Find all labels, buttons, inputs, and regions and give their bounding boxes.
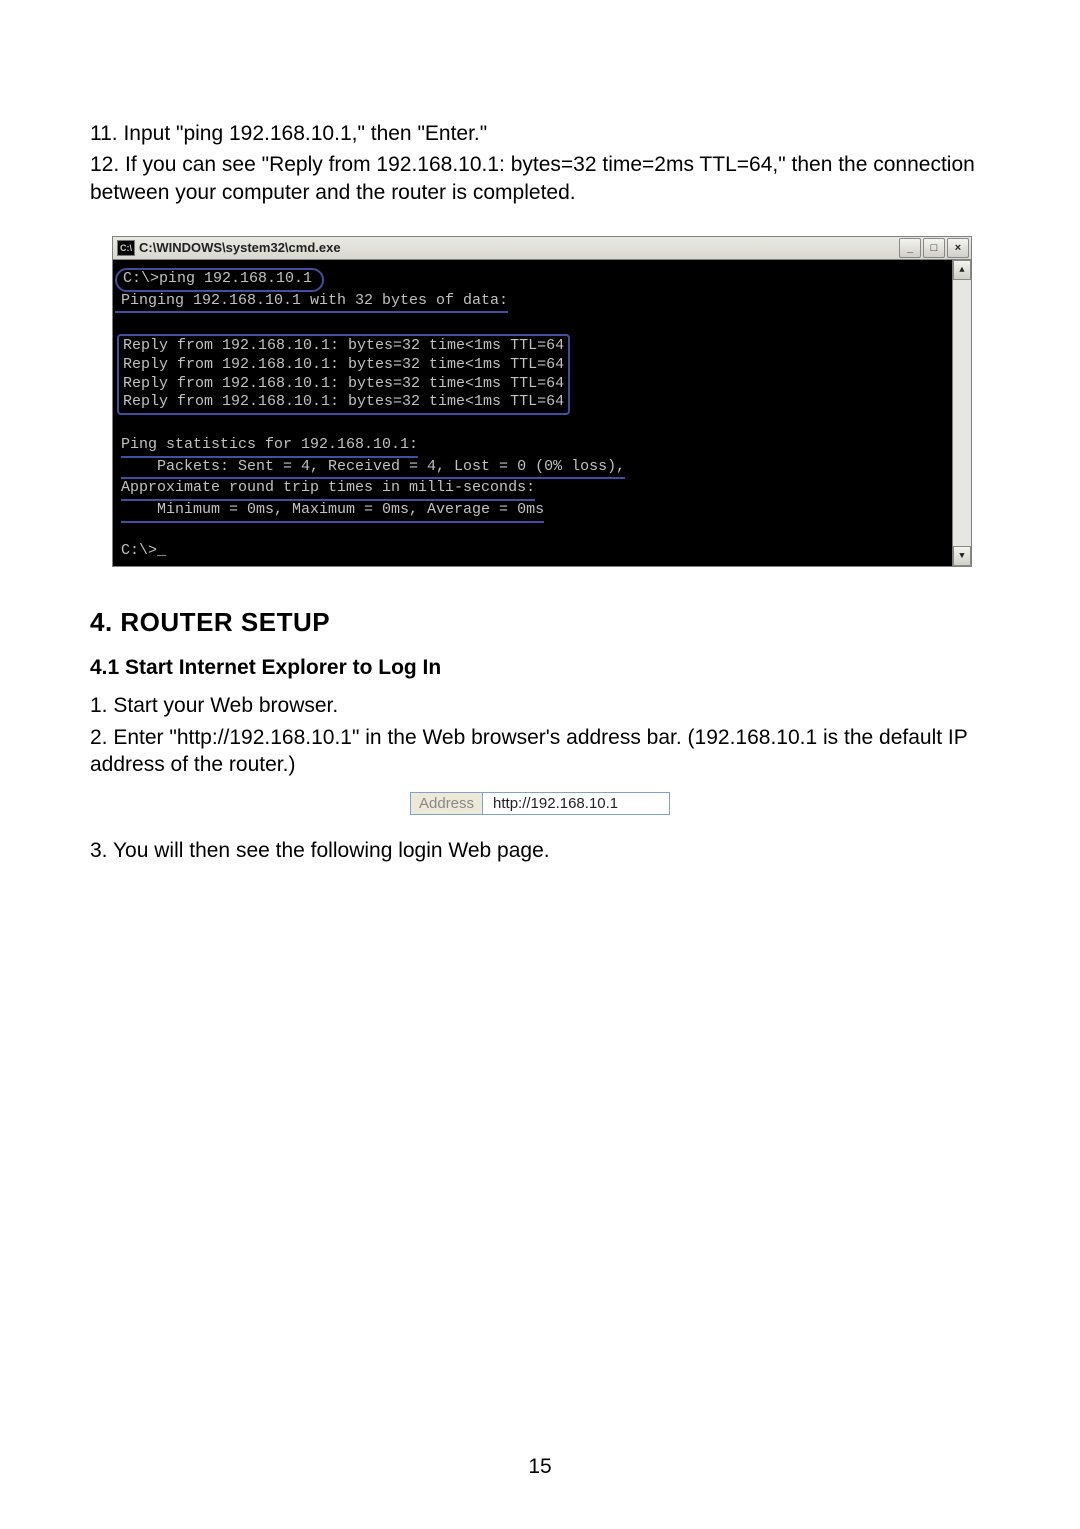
- cmd-reply-3: Reply from 192.168.10.1: bytes=32 time<1…: [123, 375, 564, 392]
- cmd-prompt: C:\>_: [121, 542, 166, 559]
- address-bar: Address http://192.168.10.1: [410, 792, 670, 815]
- scroll-up-button[interactable]: ▲: [953, 260, 971, 280]
- cmd-titlebar: C:\ C:\WINDOWS\system32\cmd.exe _ □ ×: [113, 237, 971, 260]
- section-heading: 4. ROUTER SETUP: [90, 607, 990, 638]
- cmd-window: C:\ C:\WINDOWS\system32\cmd.exe _ □ × C:…: [112, 236, 972, 568]
- scroll-down-button[interactable]: ▼: [953, 546, 971, 566]
- minimize-button[interactable]: _: [899, 238, 921, 258]
- address-value[interactable]: http://192.168.10.1: [483, 793, 669, 814]
- cmd-reply-block: Reply from 192.168.10.1: bytes=32 time<1…: [117, 334, 570, 415]
- cmd-reply-4: Reply from 192.168.10.1: bytes=32 time<1…: [123, 393, 564, 410]
- step-4-1-3: 3. You will then see the following login…: [90, 837, 990, 864]
- cmd-title: C:\WINDOWS\system32\cmd.exe: [139, 240, 897, 255]
- scroll-track[interactable]: [953, 280, 971, 547]
- step-11: 11. Input "ping 192.168.10.1," then "Ent…: [90, 120, 990, 147]
- scrollbar[interactable]: ▲ ▼: [952, 260, 971, 567]
- cmd-stats-1: Ping statistics for 192.168.10.1:: [121, 436, 418, 458]
- cmd-stats-2: Packets: Sent = 4, Received = 4, Lost = …: [121, 458, 625, 480]
- step-12: 12. If you can see "Reply from 192.168.1…: [90, 151, 990, 206]
- cmd-reply-1: Reply from 192.168.10.1: bytes=32 time<1…: [123, 337, 564, 354]
- cmd-stats-4: Minimum = 0ms, Maximum = 0ms, Average = …: [121, 501, 544, 523]
- step-4-1-2: 2. Enter "http://192.168.10.1" in the We…: [90, 724, 990, 779]
- page-number: 15: [0, 1455, 1080, 1479]
- maximize-button[interactable]: □: [923, 238, 945, 258]
- step-4-1-1: 1. Start your Web browser.: [90, 692, 990, 719]
- close-button[interactable]: ×: [947, 238, 969, 258]
- cmd-icon: C:\: [117, 240, 135, 256]
- cmd-input-highlight: C:\>ping 192.168.10.1: [115, 268, 324, 292]
- cmd-reply-2: Reply from 192.168.10.1: bytes=32 time<1…: [123, 356, 564, 373]
- address-label: Address: [411, 793, 483, 814]
- subsection-heading: 4.1 Start Internet Explorer to Log In: [90, 656, 990, 680]
- cmd-stats-3: Approximate round trip times in milli-se…: [121, 479, 535, 501]
- cmd-pinging-line: Pinging 192.168.10.1 with 32 bytes of da…: [115, 292, 508, 314]
- cmd-body: C:\>ping 192.168.10.1 Pinging 192.168.10…: [113, 260, 952, 567]
